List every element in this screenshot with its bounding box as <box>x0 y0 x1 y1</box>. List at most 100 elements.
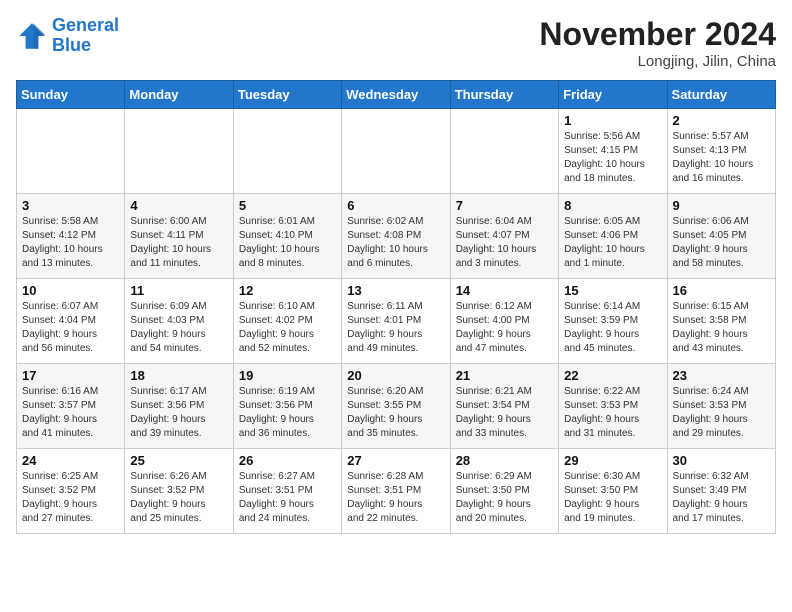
day-info: Sunrise: 6:28 AM Sunset: 3:51 PM Dayligh… <box>347 470 444 526</box>
calendar-cell: 28 Sunrise: 6:29 AM Sunset: 3:50 PM Dayli… <box>450 449 558 534</box>
title-block: November 2024 Longjing, Jilin, China <box>539 16 776 70</box>
day-number: 5 <box>239 198 336 213</box>
day-info: Sunrise: 6:05 AM Sunset: 4:06 PM Dayligh… <box>564 215 661 271</box>
day-info: Sunrise: 6:30 AM Sunset: 3:50 PM Dayligh… <box>564 470 661 526</box>
day-number: 13 <box>347 283 444 298</box>
calendar-week-row: 3 Sunrise: 5:58 AM Sunset: 4:12 PM Daylig… <box>17 194 776 279</box>
day-number: 9 <box>673 198 770 213</box>
header: General Blue November 2024 Longjing, Jil… <box>16 16 776 70</box>
day-info: Sunrise: 6:29 AM Sunset: 3:50 PM Dayligh… <box>456 470 553 526</box>
day-info: Sunrise: 5:56 AM Sunset: 4:15 PM Dayligh… <box>564 130 661 186</box>
day-info: Sunrise: 6:06 AM Sunset: 4:05 PM Dayligh… <box>673 215 770 271</box>
calendar-cell: 9 Sunrise: 6:06 AM Sunset: 4:05 PM Daylig… <box>667 194 775 279</box>
calendar-cell: 30 Sunrise: 6:32 AM Sunset: 3:49 PM Dayli… <box>667 449 775 534</box>
day-number: 24 <box>22 453 119 468</box>
calendar-cell: 22Sunrise: 6:22 AM Sunset: 3:53 PM Dayli… <box>559 364 667 449</box>
day-number: 23 <box>673 368 770 383</box>
day-number: 30 <box>673 453 770 468</box>
day-info: Sunrise: 6:15 AM Sunset: 3:58 PM Dayligh… <box>673 300 770 356</box>
calendar-cell: 25 Sunrise: 6:26 AM Sunset: 3:52 PM Dayli… <box>125 449 233 534</box>
day-info: Sunrise: 6:11 AM Sunset: 4:01 PM Dayligh… <box>347 300 444 356</box>
calendar-cell: 15 Sunrise: 6:14 AM Sunset: 3:59 PM Dayli… <box>559 279 667 364</box>
day-number: 21 <box>456 368 553 383</box>
day-number: 7 <box>456 198 553 213</box>
day-number: 11 <box>130 283 227 298</box>
logo: General Blue <box>16 16 119 56</box>
day-number: 12 <box>239 283 336 298</box>
day-number: 10 <box>22 283 119 298</box>
calendar-cell: 19Sunrise: 6:19 AM Sunset: 3:56 PM Dayli… <box>233 364 341 449</box>
month-title: November 2024 <box>539 16 776 53</box>
calendar-cell <box>342 109 450 194</box>
calendar-cell: 23 Sunrise: 6:24 AM Sunset: 3:53 PM Dayli… <box>667 364 775 449</box>
day-info: Sunrise: 6:26 AM Sunset: 3:52 PM Dayligh… <box>130 470 227 526</box>
day-info: Sunrise: 6:04 AM Sunset: 4:07 PM Dayligh… <box>456 215 553 271</box>
calendar-cell <box>450 109 558 194</box>
calendar-cell: 29Sunrise: 6:30 AM Sunset: 3:50 PM Dayli… <box>559 449 667 534</box>
calendar-cell: 5 Sunrise: 6:01 AM Sunset: 4:10 PM Daylig… <box>233 194 341 279</box>
day-info: Sunrise: 6:01 AM Sunset: 4:10 PM Dayligh… <box>239 215 336 271</box>
day-number: 8 <box>564 198 661 213</box>
calendar-cell <box>17 109 125 194</box>
day-number: 15 <box>564 283 661 298</box>
day-info: Sunrise: 6:16 AM Sunset: 3:57 PM Dayligh… <box>22 385 119 441</box>
day-number: 4 <box>130 198 227 213</box>
calendar-cell: 10Sunrise: 6:07 AM Sunset: 4:04 PM Dayli… <box>17 279 125 364</box>
logo-line1: General <box>52 15 119 35</box>
calendar-cell: 24 Sunrise: 6:25 AM Sunset: 3:52 PM Dayli… <box>17 449 125 534</box>
calendar-header-row: SundayMondayTuesdayWednesdayThursdayFrid… <box>17 81 776 109</box>
day-info: Sunrise: 5:57 AM Sunset: 4:13 PM Dayligh… <box>673 130 770 186</box>
calendar-cell: 27Sunrise: 6:28 AM Sunset: 3:51 PM Dayli… <box>342 449 450 534</box>
calendar-cell: 6 Sunrise: 6:02 AM Sunset: 4:08 PM Daylig… <box>342 194 450 279</box>
day-number: 20 <box>347 368 444 383</box>
day-info: Sunrise: 6:17 AM Sunset: 3:56 PM Dayligh… <box>130 385 227 441</box>
day-info: Sunrise: 6:24 AM Sunset: 3:53 PM Dayligh… <box>673 385 770 441</box>
calendar-cell: 11 Sunrise: 6:09 AM Sunset: 4:03 PM Dayli… <box>125 279 233 364</box>
calendar-cell: 21 Sunrise: 6:21 AM Sunset: 3:54 PM Dayli… <box>450 364 558 449</box>
calendar-cell: 14 Sunrise: 6:12 AM Sunset: 4:00 PM Dayli… <box>450 279 558 364</box>
calendar-cell: 13 Sunrise: 6:11 AM Sunset: 4:01 PM Dayli… <box>342 279 450 364</box>
weekday-header: Thursday <box>450 81 558 109</box>
day-info: Sunrise: 6:09 AM Sunset: 4:03 PM Dayligh… <box>130 300 227 356</box>
day-info: Sunrise: 6:32 AM Sunset: 3:49 PM Dayligh… <box>673 470 770 526</box>
day-info: Sunrise: 6:27 AM Sunset: 3:51 PM Dayligh… <box>239 470 336 526</box>
weekday-header: Friday <box>559 81 667 109</box>
calendar-cell: 26 Sunrise: 6:27 AM Sunset: 3:51 PM Dayli… <box>233 449 341 534</box>
day-number: 2 <box>673 113 770 128</box>
day-info: Sunrise: 6:10 AM Sunset: 4:02 PM Dayligh… <box>239 300 336 356</box>
day-info: Sunrise: 6:02 AM Sunset: 4:08 PM Dayligh… <box>347 215 444 271</box>
day-number: 14 <box>456 283 553 298</box>
weekday-header: Tuesday <box>233 81 341 109</box>
day-info: Sunrise: 5:58 AM Sunset: 4:12 PM Dayligh… <box>22 215 119 271</box>
day-info: Sunrise: 6:12 AM Sunset: 4:00 PM Dayligh… <box>456 300 553 356</box>
calendar-cell: 4 Sunrise: 6:00 AM Sunset: 4:11 PM Daylig… <box>125 194 233 279</box>
weekday-header: Monday <box>125 81 233 109</box>
day-info: Sunrise: 6:14 AM Sunset: 3:59 PM Dayligh… <box>564 300 661 356</box>
calendar-week-row: 10Sunrise: 6:07 AM Sunset: 4:04 PM Dayli… <box>17 279 776 364</box>
calendar-cell: 3 Sunrise: 5:58 AM Sunset: 4:12 PM Daylig… <box>17 194 125 279</box>
logo-text: General Blue <box>52 16 119 56</box>
calendar: SundayMondayTuesdayWednesdayThursdayFrid… <box>16 80 776 534</box>
day-number: 22 <box>564 368 661 383</box>
day-number: 19 <box>239 368 336 383</box>
calendar-week-row: 17 Sunrise: 6:16 AM Sunset: 3:57 PM Dayli… <box>17 364 776 449</box>
calendar-cell: 20 Sunrise: 6:20 AM Sunset: 3:55 PM Dayli… <box>342 364 450 449</box>
weekday-header: Sunday <box>17 81 125 109</box>
day-info: Sunrise: 6:21 AM Sunset: 3:54 PM Dayligh… <box>456 385 553 441</box>
day-number: 18 <box>130 368 227 383</box>
logo-line2: Blue <box>52 35 91 55</box>
day-info: Sunrise: 6:00 AM Sunset: 4:11 PM Dayligh… <box>130 215 227 271</box>
day-number: 17 <box>22 368 119 383</box>
day-number: 16 <box>673 283 770 298</box>
day-info: Sunrise: 6:20 AM Sunset: 3:55 PM Dayligh… <box>347 385 444 441</box>
calendar-cell: 2 Sunrise: 5:57 AM Sunset: 4:13 PM Daylig… <box>667 109 775 194</box>
calendar-cell: 1Sunrise: 5:56 AM Sunset: 4:15 PM Daylig… <box>559 109 667 194</box>
day-number: 28 <box>456 453 553 468</box>
day-number: 25 <box>130 453 227 468</box>
day-number: 3 <box>22 198 119 213</box>
calendar-cell: 16 Sunrise: 6:15 AM Sunset: 3:58 PM Dayli… <box>667 279 775 364</box>
day-number: 26 <box>239 453 336 468</box>
calendar-cell: 8 Sunrise: 6:05 AM Sunset: 4:06 PM Daylig… <box>559 194 667 279</box>
day-number: 6 <box>347 198 444 213</box>
day-info: Sunrise: 6:25 AM Sunset: 3:52 PM Dayligh… <box>22 470 119 526</box>
